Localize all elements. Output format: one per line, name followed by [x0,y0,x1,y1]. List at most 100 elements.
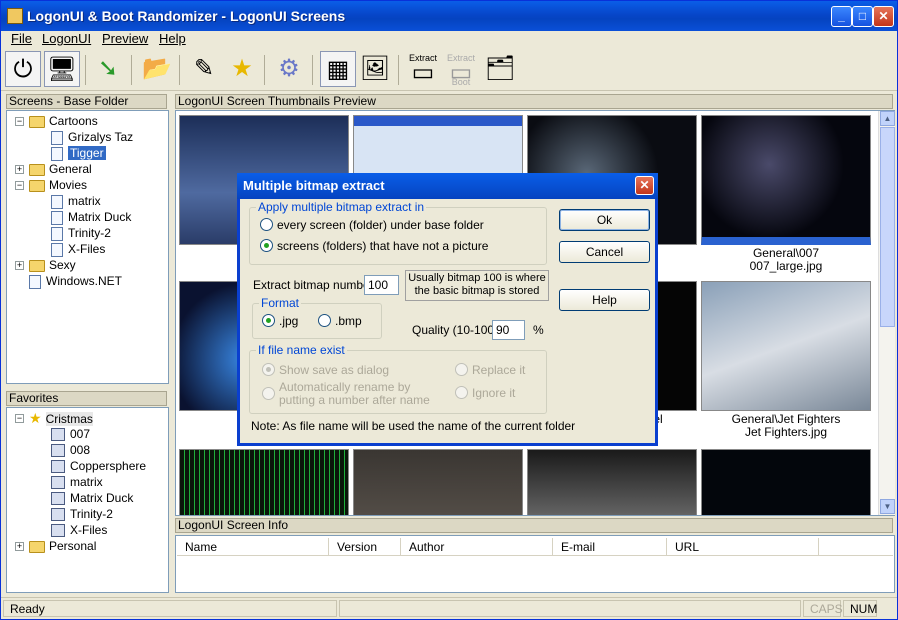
label-show-save[interactable]: Show save as dialog [279,364,389,377]
radio-every-screen[interactable] [260,218,273,231]
batch-images-icon[interactable]: 🗂 [482,51,518,87]
ok-button[interactable]: Ok [559,209,650,231]
thumbnail-image[interactable] [701,281,871,411]
monitor-icon [51,460,65,474]
tree-item-sexy[interactable]: Sexy [29,257,76,273]
apply-arrow-icon[interactable]: ➘ [90,51,126,87]
thumbnail-image[interactable] [353,449,523,515]
title-bar[interactable]: LogonUI & Boot Randomizer - LogonUI Scre… [1,1,897,31]
screen-icon [51,210,63,225]
thumbnail-caption: General\007 007_large.jpg [749,246,823,273]
cancel-button[interactable]: Cancel [559,241,650,263]
label-replace[interactable]: Replace it [472,364,525,377]
col-author[interactable]: Author [401,538,553,556]
menu-file[interactable]: File [11,31,32,46]
radio-without-picture[interactable] [260,239,273,252]
expand-icon[interactable]: + [15,542,24,551]
fav-item-008[interactable]: 008 [51,442,90,458]
fav-item-x-files[interactable]: X-Files [51,522,107,538]
tree-item-tigger[interactable]: Tigger [51,145,106,161]
col-name[interactable]: Name [177,538,329,556]
screens-icon[interactable]: 🖥 [44,51,80,87]
expand-icon[interactable]: + [15,261,24,270]
tree-item-windows-net[interactable]: Windows.NET [29,273,122,289]
radio-replace[interactable] [455,363,468,376]
thumbnail-image[interactable] [701,449,871,515]
collapse-icon[interactable]: − [15,414,24,423]
settings-gear-icon[interactable]: ⚙ [271,51,307,87]
scroll-down-icon[interactable]: ▼ [880,499,895,514]
menu-logonui[interactable]: LogonUI [42,31,91,46]
thumbnails-scrollbar[interactable]: ▲ ▼ [878,111,895,515]
radio-auto-rename[interactable] [262,387,275,400]
maximize-button[interactable]: □ [852,6,873,27]
status-bar: Ready CAPS NUM [1,597,897,619]
extract-number-input[interactable]: 100 [364,275,399,295]
col-url[interactable]: URL [667,538,819,556]
preview-images-icon[interactable]: 🖼 [357,51,393,87]
dialog-close-icon[interactable]: ✕ [635,176,654,195]
help-button[interactable]: Help [559,289,650,311]
quality-input[interactable]: 90 [492,320,525,340]
label-every-screen[interactable]: every screen (folder) under base folder [277,219,484,232]
extract-icon[interactable]: Extract ▭ [405,51,441,87]
fav-item-personal[interactable]: Personal [29,538,96,554]
label-jpg[interactable]: .jpg [279,315,298,328]
fav-item-coppersphere[interactable]: Coppersphere [51,458,146,474]
menu-help[interactable]: Help [159,31,186,46]
apply-group-label: Apply multiple bitmap extract in [256,200,427,214]
favorites-panel-header: Favorites [6,391,167,406]
tree-item-matrix-duck[interactable]: Matrix Duck [51,209,131,225]
radio-show-save[interactable] [262,363,275,376]
collapse-icon[interactable]: − [15,181,24,190]
scroll-up-icon[interactable]: ▲ [880,111,895,126]
label-without-picture[interactable]: screens (folders) that have not a pictur… [277,240,488,253]
tree-item-movies[interactable]: Movies [29,177,87,193]
tree-item-x-files[interactable]: X-Files [51,241,105,257]
tree-item-cartoons[interactable]: Cartoons [29,113,98,129]
screens-tree[interactable]: − Cartoons Grizalys Taz Tigger + General… [6,110,169,384]
thumbnail-image[interactable] [527,449,697,515]
tree-item-grizalys-taz[interactable]: Grizalys Taz [51,129,133,145]
menu-preview[interactable]: Preview [102,31,148,46]
toolbar: ⏻ 🖥 ➘ 📂 ✎ ★ ⚙ ▦ 🖼 Extract ▭ Extract Boot ▭ … [1,49,897,91]
dialog-title-bar[interactable]: Multiple bitmap extract ✕ [237,173,658,199]
scroll-thumb[interactable] [880,127,895,327]
fav-item-007[interactable]: 007 [51,426,90,442]
fav-item-matrix-duck[interactable]: Matrix Duck [51,490,133,506]
radio-ignore[interactable] [455,386,468,399]
radio-jpg[interactable] [262,314,275,327]
thumbnails-view-icon[interactable]: ▦ [320,51,356,87]
logonui-mode-icon[interactable]: ⏻ [5,51,41,87]
extract-number-label: Extract bitmap number [253,278,374,292]
status-spacer [339,600,801,617]
close-button[interactable]: ✕ [873,6,894,27]
thumbnail-image[interactable] [179,449,349,515]
collapse-icon[interactable]: − [15,117,24,126]
expand-icon[interactable]: + [15,165,24,174]
app-icon[interactable] [7,8,23,24]
label-bmp[interactable]: .bmp [335,315,362,328]
fav-item-trinity-2[interactable]: Trinity-2 [51,506,113,522]
extract-boot-label-2: Boot [451,77,471,87]
extract-boot-label-1: Extract [446,53,475,63]
extract-boot-icon[interactable]: Extract Boot ▭ [443,51,479,87]
open-folder-icon[interactable]: 📂 [139,51,175,87]
radio-bmp[interactable] [318,314,331,327]
thumbnail-caption: General\Jet Fighters Jet Fighters.jpg [731,412,841,439]
fav-item-cristmas[interactable]: ★ Cristmas [29,410,93,426]
label-auto-rename[interactable]: Automatically rename by putting a number… [279,381,444,407]
tree-item-general[interactable]: General [29,161,92,177]
thumbnail-image[interactable] [701,115,871,245]
edit-icon[interactable]: ✎ [186,51,222,87]
col-version[interactable]: Version [329,538,401,556]
minimize-button[interactable]: _ [831,6,852,27]
tree-item-matrix[interactable]: matrix [51,193,101,209]
screen-icon [51,242,63,257]
favorite-star-icon[interactable]: ★ [224,51,260,87]
favorites-tree[interactable]: − ★ Cristmas 007 008 Coppersphere matrix … [6,407,169,593]
label-ignore[interactable]: Ignore it [472,387,515,400]
fav-item-matrix[interactable]: matrix [51,474,103,490]
tree-item-trinity-2[interactable]: Trinity-2 [51,225,111,241]
col-email[interactable]: E-mail [553,538,667,556]
